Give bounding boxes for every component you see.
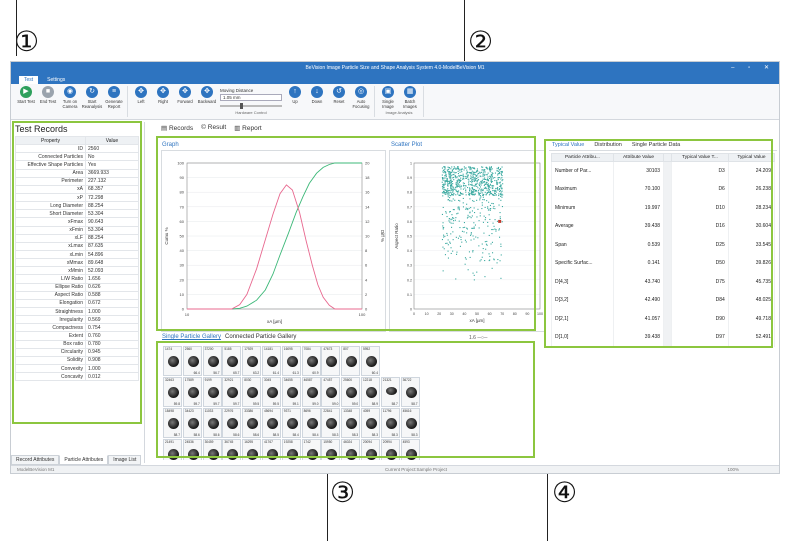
status-model: ModelBeVision M1 <box>17 467 55 472</box>
status-bar: ModelBeVision M1 Current Project:Sample … <box>11 465 779 473</box>
play-icon: ▶ <box>20 86 32 98</box>
moving-distance-input[interactable]: 1.05 mm <box>220 94 282 101</box>
gallery-tabs: Single Particle Gallery Connected Partic… <box>162 334 296 340</box>
batch-images-button[interactable]: ▦ Batch Images <box>399 86 421 109</box>
focus-icon: ◎ <box>355 86 367 98</box>
down-button[interactable]: ↓ Down <box>306 86 328 109</box>
up-arrow-icon: ↑ <box>289 86 301 98</box>
left-bottom-tabs: Record Attributes Particle Attributes Im… <box>11 455 142 465</box>
moving-distance-label: Moving Distance <box>220 88 254 93</box>
moving-distance-control: Moving Distance 1.05 mm <box>218 86 284 109</box>
tab-report[interactable]: ▥ Report <box>232 124 263 132</box>
forward-button[interactable]: ✥ Forward <box>174 86 196 109</box>
x-tick-label: 100 <box>537 312 543 316</box>
highlight-region-1 <box>12 121 142 424</box>
camera-icon: ◉ <box>64 86 76 98</box>
tab-image-list[interactable]: Image List <box>108 455 142 465</box>
move-icon: ✥ <box>179 86 191 98</box>
move-icon: ✥ <box>201 86 213 98</box>
single-image-icon: ▣ <box>382 86 394 98</box>
left-button[interactable]: ✥ Left <box>130 86 152 109</box>
callout-1-line <box>16 0 17 56</box>
menu-tabs: Test Settings <box>11 75 779 84</box>
tab-connected-particle-gallery[interactable]: Connected Particle Gallery <box>225 334 296 340</box>
ribbon-group-hardware: ✥ Left ✥ Right ✥ Forward ✥ Backward Moving D… <box>130 86 375 117</box>
generate-report-button[interactable]: ≡ Generate Report <box>103 86 125 109</box>
backward-button[interactable]: ✥ Backward <box>196 86 218 109</box>
highlight-region-3 <box>156 341 535 458</box>
report-icon: ≡ <box>108 86 120 98</box>
tab-particle-attributes[interactable]: Particle Attributes <box>59 455 109 465</box>
reset-icon: ↺ <box>333 86 345 98</box>
title-bar: BeVision Image Particle Size and Shape A… <box>11 62 779 75</box>
reanalysis-button[interactable]: ↻ Start Reanalysis <box>81 86 103 109</box>
tab-settings[interactable]: Settings <box>42 76 70 84</box>
end-test-button[interactable]: ■ End Test <box>37 86 59 109</box>
window-controls[interactable]: ‒ ▫ ✕ <box>731 62 775 75</box>
status-project: Current Project:Sample Project <box>385 467 448 472</box>
tab-test[interactable]: Test <box>19 76 39 84</box>
auto-focusing-button[interactable]: ◎ Auto Focusing <box>350 86 372 109</box>
hardware-control-label: Hardware Control <box>235 110 267 115</box>
down-arrow-icon: ↓ <box>311 86 323 98</box>
up-button[interactable]: ↑ Up <box>284 86 306 109</box>
callout-1: ① <box>14 25 40 58</box>
status-zoom[interactable]: 100% <box>727 467 739 472</box>
move-icon: ✥ <box>135 86 147 98</box>
window-title: BeVision Image Particle Size and Shape A… <box>305 65 485 71</box>
tab-result[interactable]: © Result <box>199 124 228 132</box>
callout-4: ④ <box>552 476 578 509</box>
move-icon: ✥ <box>157 86 169 98</box>
ribbon: ▶ Start Test ■ End Test ◉ Turn on Camera ↻ S… <box>11 84 779 120</box>
callout-3: ③ <box>330 476 356 509</box>
tab-records[interactable]: ▤ Records <box>159 124 195 132</box>
ribbon-group-test: ▶ Start Test ■ End Test ◉ Turn on Camera ↻ S… <box>15 86 128 117</box>
camera-button[interactable]: ◉ Turn on Camera <box>59 86 81 109</box>
batch-images-icon: ▦ <box>404 86 416 98</box>
image-analysis-label: Image Analysis <box>385 110 413 115</box>
reset-button[interactable]: ↺ Reset <box>328 86 350 109</box>
single-image-button[interactable]: ▣ Single Image <box>377 86 399 109</box>
tab-record-attributes[interactable]: Record Attributes <box>11 455 60 465</box>
highlight-region-4 <box>544 139 773 348</box>
moving-distance-slider[interactable] <box>220 103 282 109</box>
ribbon-group-image-analysis: ▣ Single Image ▦ Batch Images Image Analys… <box>377 86 424 117</box>
tab-single-particle-gallery[interactable]: Single Particle Gallery <box>162 334 221 340</box>
doc-tabs: ▤ Records © Result ▥ Report <box>159 124 264 132</box>
reanalysis-icon: ↻ <box>86 86 98 98</box>
stop-icon: ■ <box>42 86 54 98</box>
callout-2: ② <box>468 25 494 58</box>
right-button[interactable]: ✥ Right <box>152 86 174 109</box>
highlight-region-2 <box>156 136 536 331</box>
start-test-button[interactable]: ▶ Start Test <box>15 86 37 109</box>
